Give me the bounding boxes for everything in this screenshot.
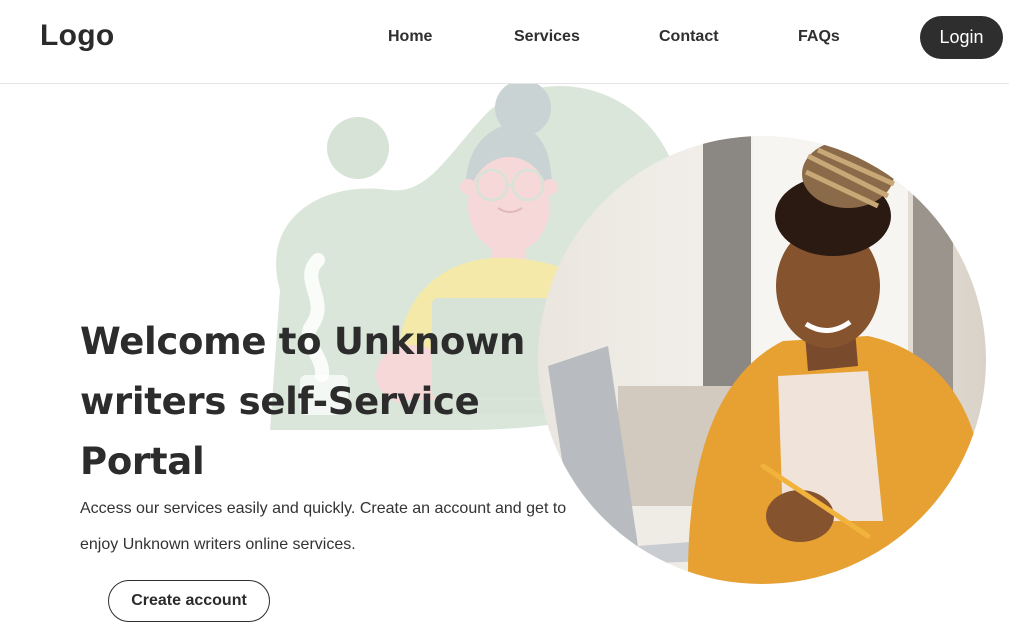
hero-subtitle: Access our services easily and quickly. …: [80, 500, 567, 553]
nav-home-link[interactable]: Home: [388, 28, 432, 46]
nav-services-link[interactable]: Services: [514, 28, 580, 46]
login-button[interactable]: Login: [920, 16, 1003, 59]
header: Logo Home Services Contact FAQs Login: [0, 0, 1009, 84]
page: Logo Home Services Contact FAQs Login We…: [0, 0, 1009, 630]
nav-faqs-link[interactable]: FAQs: [798, 28, 840, 46]
hero-title: Welcome to Unknown writers self-Service …: [80, 320, 526, 483]
nav-contact-link[interactable]: Contact: [659, 28, 719, 46]
smiling-woman-writing-photo: [538, 136, 986, 584]
create-account-button[interactable]: Create account: [108, 580, 270, 622]
logo[interactable]: Logo: [40, 19, 115, 53]
